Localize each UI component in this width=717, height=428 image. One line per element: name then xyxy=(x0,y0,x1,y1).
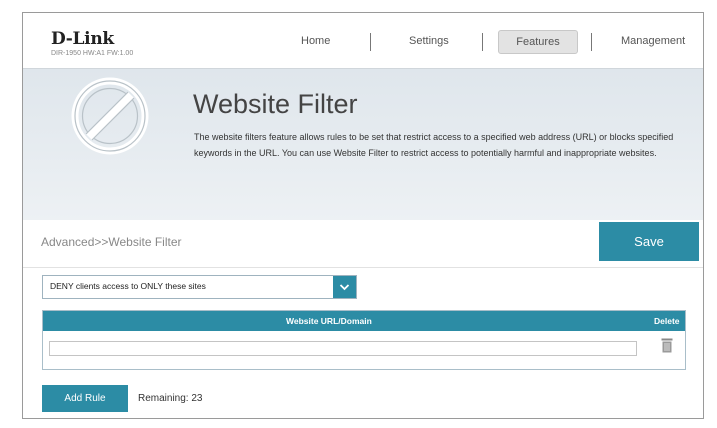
filter-mode-select[interactable]: DENY clients access to ONLY these sites xyxy=(42,275,357,299)
firmware-info: DIR-1950 HW:A1 FW:1.00 xyxy=(51,50,134,57)
router-admin-window: D-Link DIR-1950 HW:A1 FW:1.00 Home Setti… xyxy=(22,12,704,419)
nav-home[interactable]: Home xyxy=(301,35,330,47)
nav-management[interactable]: Management xyxy=(621,35,685,47)
dropdown-toggle[interactable] xyxy=(333,276,356,298)
website-url-input[interactable] xyxy=(49,341,637,356)
prohibited-icon xyxy=(71,77,149,155)
column-header-url: Website URL/Domain xyxy=(286,316,372,326)
column-header-delete: Delete xyxy=(654,316,680,326)
filter-mode-value: DENY clients access to ONLY these sites xyxy=(50,281,206,291)
nav-divider xyxy=(370,33,371,51)
breadcrumb: Advanced>>Website Filter xyxy=(41,235,182,249)
nav-settings[interactable]: Settings xyxy=(409,35,449,47)
remaining-count: Remaining: 23 xyxy=(138,393,203,404)
chevron-down-icon xyxy=(339,284,350,291)
website-rules-table: Website URL/Domain Delete xyxy=(42,310,686,370)
page-title: Website Filter xyxy=(193,89,358,119)
nav-divider xyxy=(591,33,592,51)
dlink-logo: D-Link xyxy=(51,29,114,49)
save-button[interactable]: Save xyxy=(599,222,699,261)
add-rule-button[interactable]: Add Rule xyxy=(42,385,128,412)
top-navigation: D-Link DIR-1950 HW:A1 FW:1.00 Home Setti… xyxy=(23,13,703,68)
nav-features[interactable]: Features xyxy=(498,30,578,54)
page-description: The website filters feature allows rules… xyxy=(194,132,674,158)
nav-divider xyxy=(482,33,483,51)
table-header: Website URL/Domain Delete xyxy=(43,311,685,331)
trash-icon[interactable] xyxy=(661,338,673,353)
